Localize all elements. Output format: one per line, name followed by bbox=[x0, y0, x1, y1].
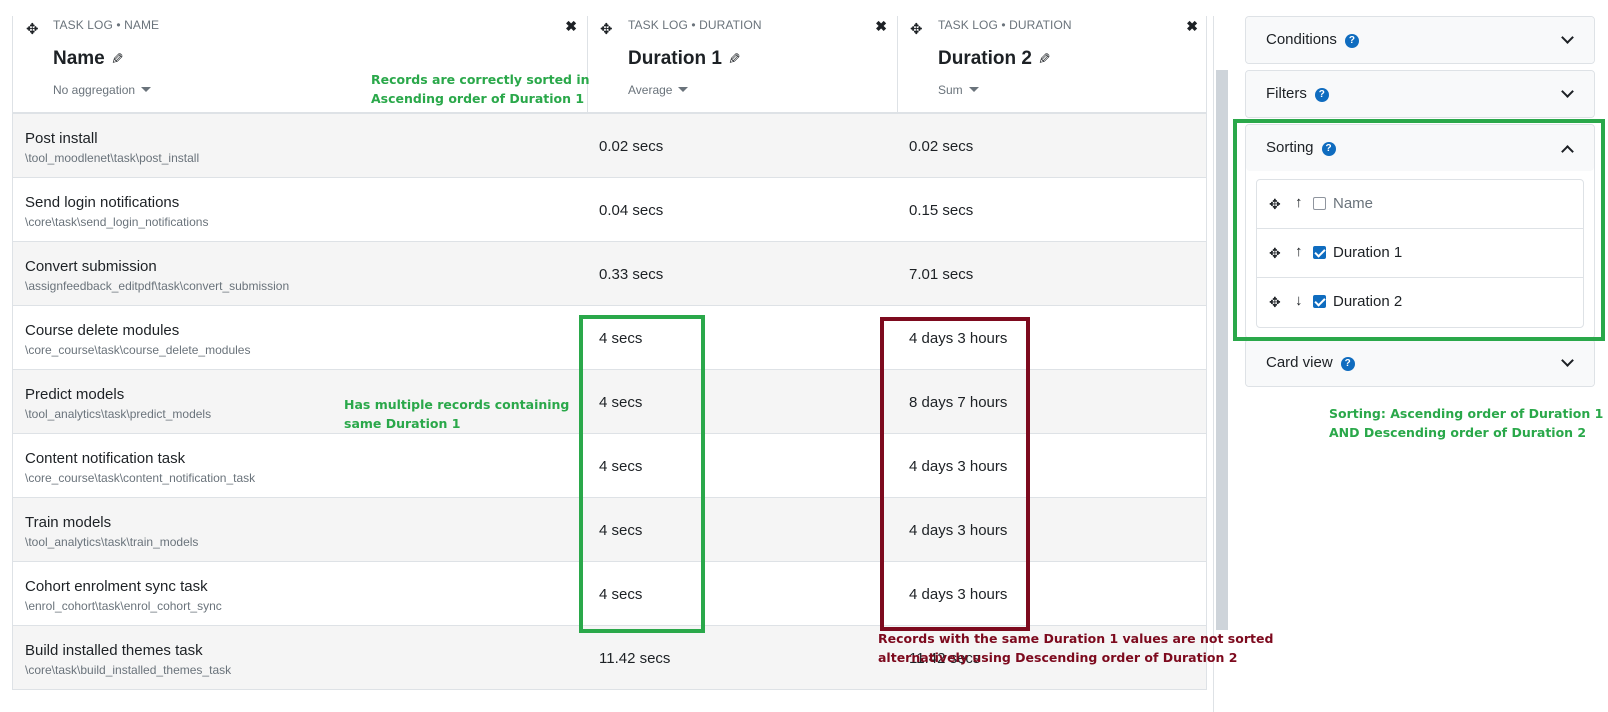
task-name: Convert submission bbox=[25, 258, 157, 275]
task-name: Cohort enrolment sync task bbox=[25, 578, 208, 595]
name-cell: Post install \tool_moodlenet\task\post_in… bbox=[13, 114, 587, 178]
duration-2-cell: 7.01 secs bbox=[909, 266, 974, 283]
pencil-icon[interactable]: ✎ bbox=[728, 50, 741, 68]
column-title-text: Duration 1 bbox=[628, 48, 722, 69]
aggregation-label: Sum bbox=[938, 83, 963, 97]
column-title: Name ✎ bbox=[53, 48, 123, 70]
close-icon[interactable]: ✖ bbox=[565, 18, 577, 35]
name-cell: Course delete modules \core_course\task\c… bbox=[13, 306, 587, 370]
task-name: Content notification task bbox=[25, 450, 186, 467]
table-header: ✥ TASK LOG • NAME ✖ Name ✎ No aggregation… bbox=[13, 16, 1206, 114]
annotation-box-duration-2 bbox=[880, 317, 1030, 631]
duration-1-cell: 0.33 secs bbox=[599, 266, 664, 283]
filters-label: Filters bbox=[1266, 85, 1307, 102]
annotation-box-duration-1 bbox=[579, 315, 705, 633]
task-name: Build installed themes task bbox=[25, 642, 203, 659]
close-icon[interactable]: ✖ bbox=[1186, 18, 1198, 35]
task-path: \core\task\build_installed_themes_task bbox=[25, 663, 232, 677]
task-name: Send login notifications bbox=[25, 194, 180, 211]
close-icon[interactable]: ✖ bbox=[875, 18, 887, 35]
chevron-down-icon[interactable] bbox=[1561, 354, 1574, 367]
annotation-line: same Duration 1 bbox=[344, 416, 461, 431]
task-path: \enrol_cohort\task\enrol_cohort_sync bbox=[25, 599, 222, 613]
chevron-down-icon[interactable] bbox=[1561, 85, 1574, 98]
move-icon[interactable]: ✥ bbox=[26, 22, 39, 37]
task-name: Post install bbox=[25, 130, 98, 147]
aggregation-dropdown[interactable]: No aggregation bbox=[53, 83, 152, 97]
card-view-label: Card view bbox=[1266, 354, 1333, 371]
annotation-line: Ascending order of Duration 1 bbox=[371, 91, 585, 106]
annotation-line: Has multiple records containing bbox=[344, 397, 570, 412]
aggregation-label: No aggregation bbox=[53, 83, 136, 97]
name-cell: Train models \tool_analytics\task\train_m… bbox=[13, 498, 587, 562]
help-icon[interactable]: ? bbox=[1344, 34, 1359, 48]
card-view-header[interactable]: Card view? bbox=[1246, 340, 1594, 386]
table-row: Send login notifications \core\task\send_… bbox=[13, 178, 1206, 242]
scrollbar-thumb[interactable] bbox=[1216, 70, 1228, 630]
annotation-duplicates-note: Has multiple records containing same Dur… bbox=[344, 395, 569, 433]
column-header-duration-2: ✥ TASK LOG • DURATION ✖ Duration 2 ✎ Sum bbox=[897, 16, 1208, 112]
move-icon[interactable]: ✥ bbox=[600, 22, 613, 37]
name-cell: Build installed themes task \core\task\bu… bbox=[13, 626, 587, 690]
card-view-card: Card view? bbox=[1245, 339, 1595, 387]
pencil-icon[interactable]: ✎ bbox=[111, 50, 124, 68]
conditions-card: Conditions? bbox=[1245, 16, 1595, 64]
task-path: \tool_analytics\task\train_models bbox=[25, 535, 199, 549]
caret-down-icon bbox=[968, 87, 979, 92]
chevron-down-icon[interactable] bbox=[1561, 31, 1574, 44]
scrollbar-track[interactable] bbox=[1213, 16, 1214, 712]
name-cell: Cohort enrolment sync task \enrol_cohort\… bbox=[13, 562, 587, 626]
filters-header[interactable]: Filters? bbox=[1246, 71, 1594, 117]
name-cell: Send login notifications \core\task\send_… bbox=[13, 178, 587, 242]
column-title-text: Name bbox=[53, 48, 105, 69]
column-source: TASK LOG • DURATION bbox=[628, 18, 762, 32]
caret-down-icon bbox=[678, 87, 689, 92]
annotation-sorting-note: Sorting: Ascending order of Duration 1 A… bbox=[1329, 404, 1603, 442]
table-row: Post install \tool_moodlenet\task\post_in… bbox=[13, 114, 1206, 178]
name-cell: Convert submission \assignfeedback_editpd… bbox=[13, 242, 587, 306]
conditions-header[interactable]: Conditions? bbox=[1246, 17, 1594, 63]
task-path: \core\task\send_login_notifications bbox=[25, 215, 209, 229]
annotation-bug-note: Records with the same Duration 1 values … bbox=[878, 629, 1273, 667]
duration-2-cell: 0.15 secs bbox=[909, 202, 974, 219]
task-path: \assignfeedback_editpdf\task\convert_sub… bbox=[25, 279, 290, 293]
column-source: TASK LOG • NAME bbox=[53, 18, 160, 32]
duration-1-cell: 11.42 secs bbox=[599, 650, 671, 667]
annotation-line: alternatively using Descending order of … bbox=[878, 650, 1238, 665]
annotation-line: Sorting: Ascending order of Duration 1 bbox=[1329, 406, 1604, 421]
task-path: \core_course\task\content_notification_t… bbox=[25, 471, 256, 485]
column-title: Duration 1 ✎ bbox=[628, 48, 741, 70]
table-row: Convert submission \assignfeedback_editpd… bbox=[13, 242, 1206, 306]
pencil-icon[interactable]: ✎ bbox=[1038, 50, 1051, 68]
annotation-line: Records are correctly sorted in bbox=[371, 72, 590, 87]
duration-2-cell: 0.02 secs bbox=[909, 138, 974, 155]
column-header-duration-1: ✥ TASK LOG • DURATION ✖ Duration 1 ✎ Aver… bbox=[587, 16, 897, 112]
column-title: Duration 2 ✎ bbox=[938, 48, 1051, 70]
task-name: Course delete modules bbox=[25, 322, 180, 339]
duration-1-cell: 0.04 secs bbox=[599, 202, 664, 219]
help-icon[interactable]: ? bbox=[1340, 357, 1355, 371]
name-cell: Content notification task \core_course\ta… bbox=[13, 434, 587, 498]
task-path: \tool_moodlenet\task\post_install bbox=[25, 151, 200, 165]
task-name: Train models bbox=[25, 514, 112, 531]
column-title-text: Duration 2 bbox=[938, 48, 1032, 69]
annotation-line: AND Descending order of Duration 2 bbox=[1329, 425, 1587, 440]
duration-1-cell: 0.02 secs bbox=[599, 138, 664, 155]
help-icon[interactable]: ? bbox=[1314, 88, 1329, 102]
annotation-sorted-note: Records are correctly sorted in Ascendin… bbox=[371, 70, 590, 108]
conditions-label: Conditions bbox=[1266, 31, 1337, 48]
aggregation-dropdown[interactable]: Average bbox=[628, 83, 689, 97]
caret-down-icon bbox=[141, 87, 152, 92]
move-icon[interactable]: ✥ bbox=[910, 22, 923, 37]
filters-card: Filters? bbox=[1245, 70, 1595, 118]
aggregation-dropdown[interactable]: Sum bbox=[938, 83, 979, 97]
column-source: TASK LOG • DURATION bbox=[938, 18, 1072, 32]
annotation-box-sorting bbox=[1233, 119, 1605, 341]
task-path: \core_course\task\course_delete_modules bbox=[25, 343, 251, 357]
aggregation-label: Average bbox=[628, 83, 673, 97]
annotation-line: Records with the same Duration 1 values … bbox=[878, 631, 1274, 646]
